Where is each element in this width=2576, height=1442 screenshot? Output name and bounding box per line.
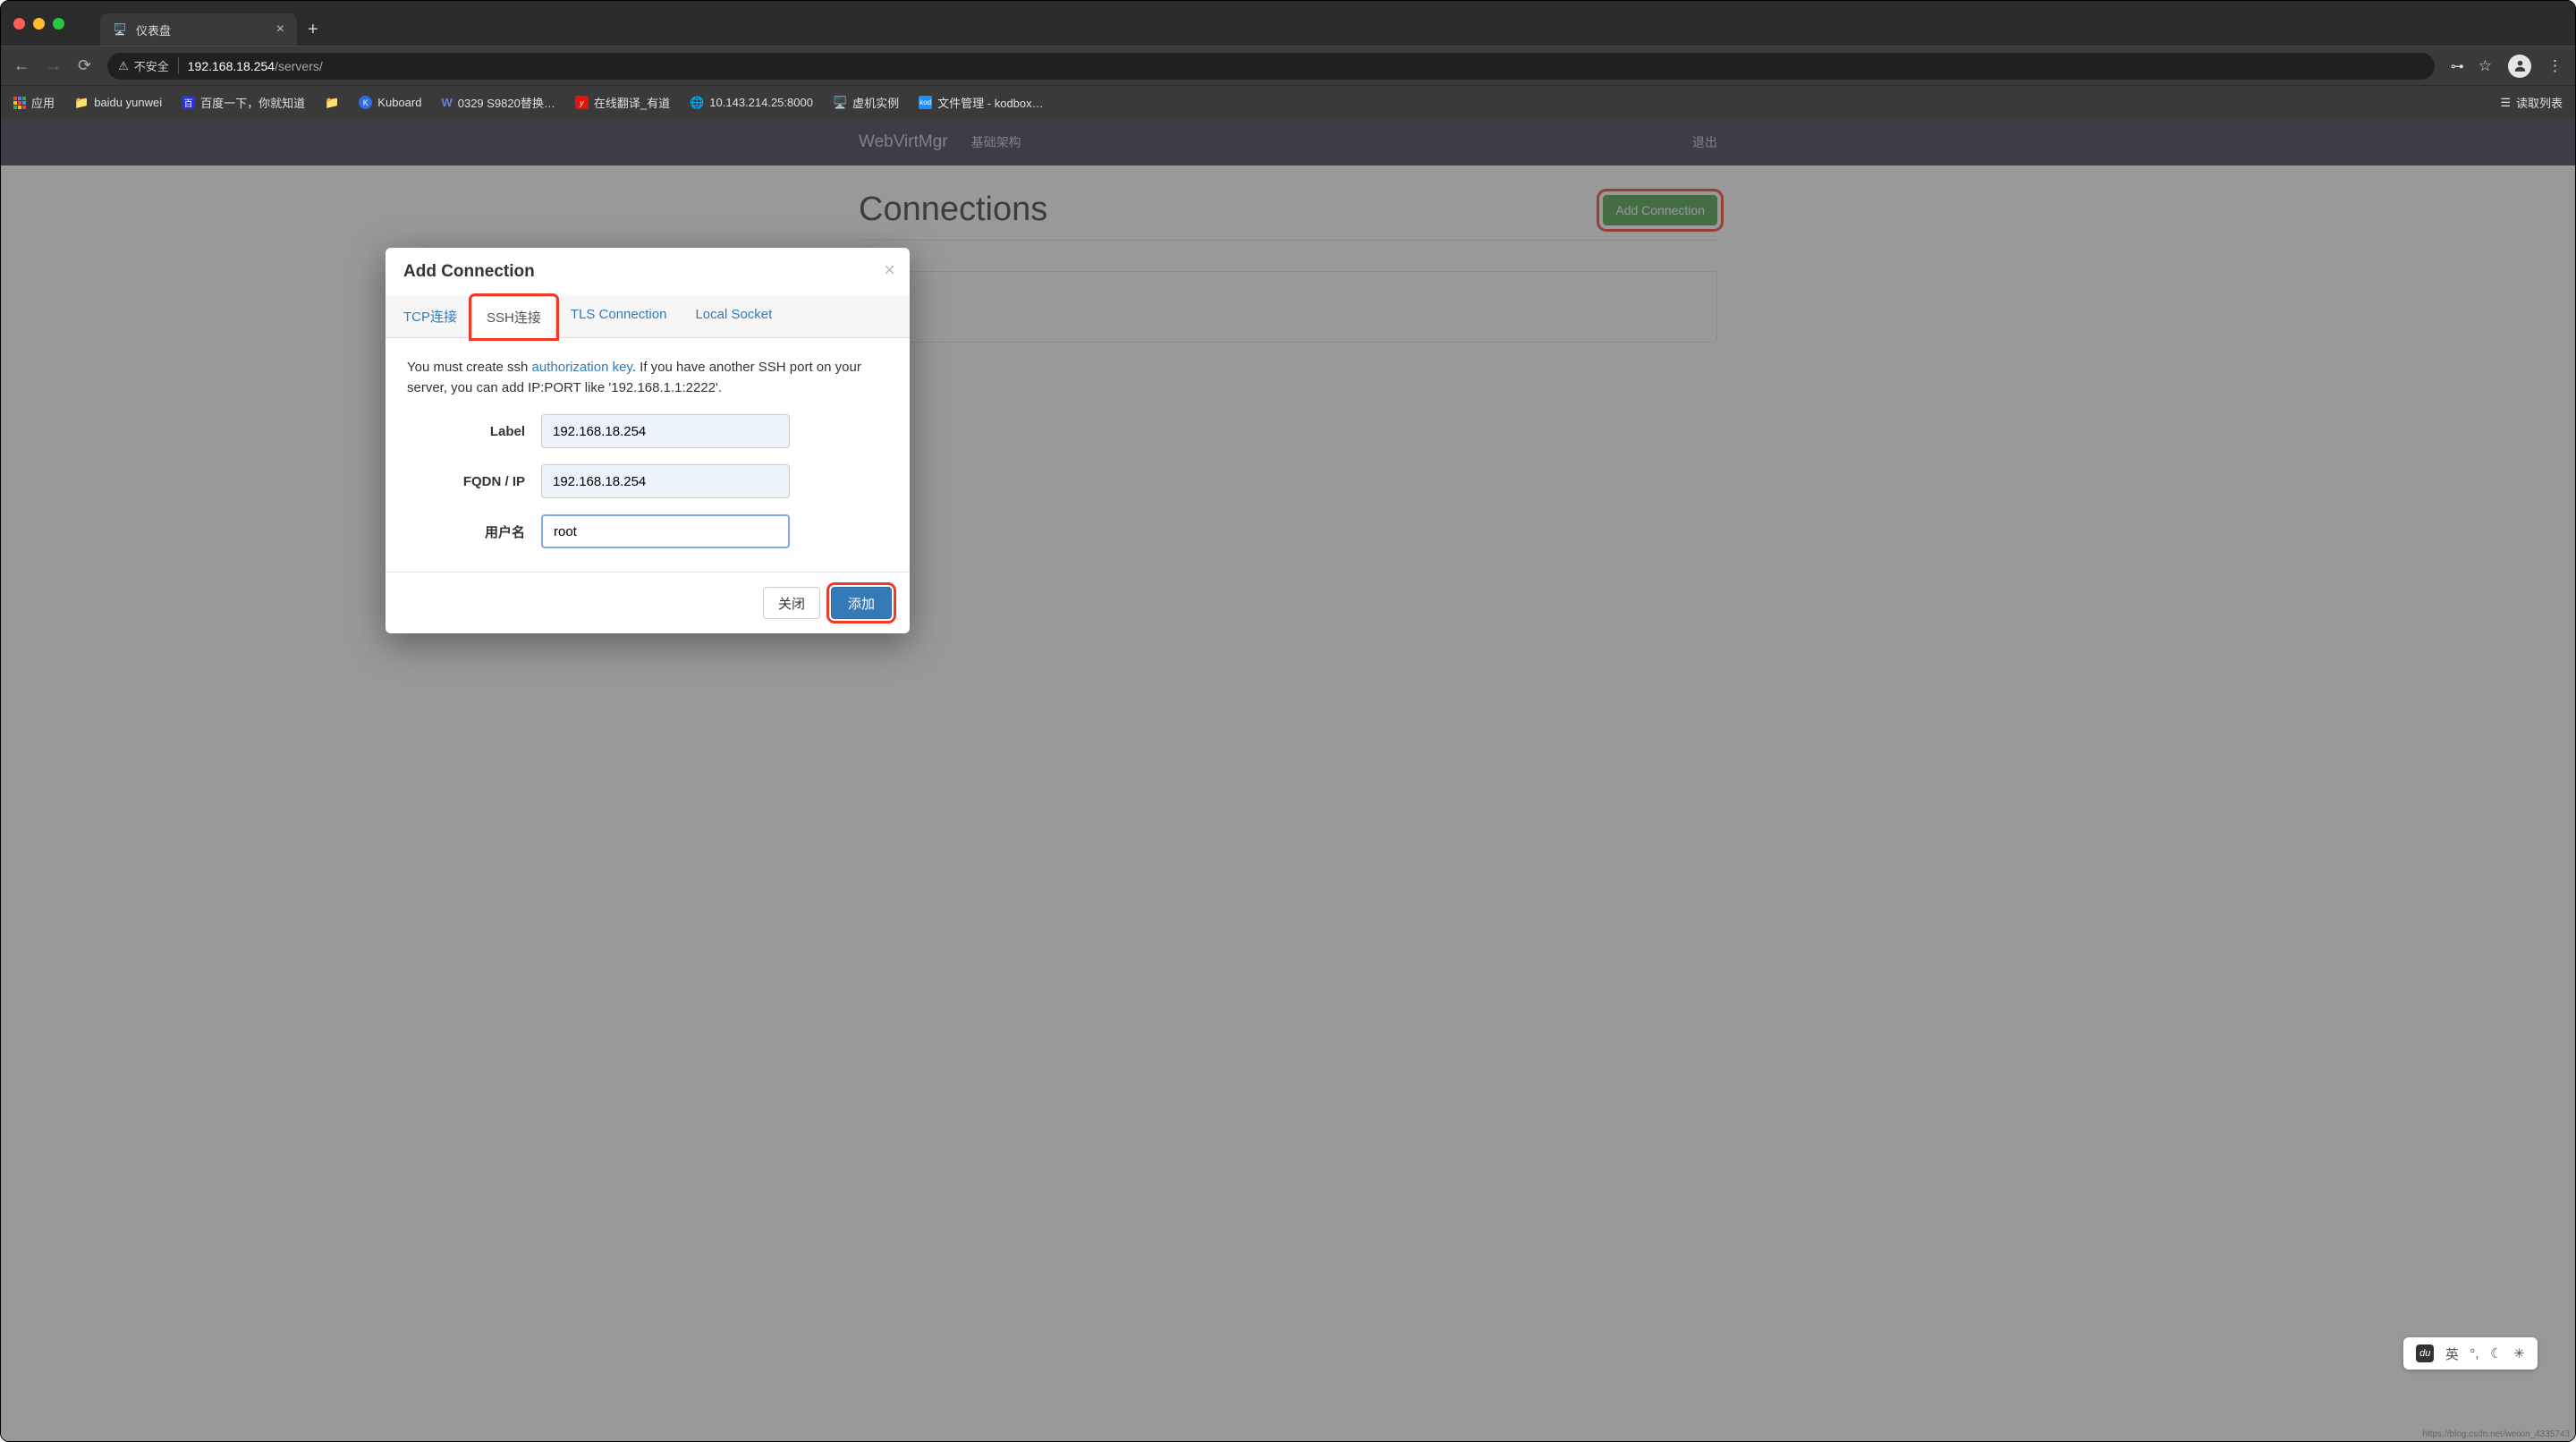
baidu-icon: 百	[182, 96, 195, 109]
kuboard-icon: K	[359, 96, 372, 109]
add-connection-modal: Add Connection × TCP连接 SSH连接 TLS Connect…	[386, 248, 910, 633]
modal-close-footer-button[interactable]: 关闭	[763, 587, 820, 619]
kebab-menu-icon[interactable]: ⋮	[2547, 57, 2563, 75]
new-tab-button[interactable]: +	[308, 13, 318, 46]
ime-baidu-icon: du	[2416, 1344, 2434, 1362]
bookmark-kodbox[interactable]: kod文件管理 - kodbox…	[919, 94, 1043, 111]
bookmark-youdao[interactable]: y在线翻译_有道	[575, 94, 670, 111]
reading-list-button[interactable]: ☰读取列表	[2500, 94, 2563, 111]
warning-icon: ⚠	[118, 59, 129, 73]
ime-moon-icon[interactable]: ☾	[2490, 1345, 2502, 1361]
bookmark-kuboard[interactable]: KKuboard	[359, 96, 421, 109]
folder-icon: 📁	[325, 96, 339, 110]
username-field-label: 用户名	[407, 522, 541, 541]
reading-list-icon: ☰	[2500, 96, 2511, 110]
window-minimize-dot[interactable]	[33, 18, 45, 30]
username-input[interactable]	[541, 514, 790, 548]
tab-favicon-icon: 🖥️	[113, 22, 127, 37]
modal-title: Add Connection	[403, 262, 892, 282]
window-close-dot[interactable]	[13, 18, 25, 30]
reload-icon[interactable]: ⟳	[78, 56, 91, 75]
browser-toolbar: ← → ⟳ ⚠ 不安全 192.168.18.254/servers/ ⊶ ☆ …	[1, 46, 2575, 85]
tab-tcp[interactable]: TCP连接	[389, 296, 471, 337]
watermark-text: https://blog.csdn.net/weixin_4335743	[2417, 1428, 2575, 1441]
browser-tab[interactable]: 🖥️ 仪表盘 ×	[100, 13, 297, 46]
tab-close-icon[interactable]: ×	[276, 21, 284, 38]
tab-title: 仪表盘	[136, 21, 171, 38]
forward-icon[interactable]: →	[46, 56, 62, 75]
ime-settings-gear-icon[interactable]: ✳	[2513, 1345, 2525, 1361]
not-secure-label: 不安全	[134, 57, 169, 74]
label-field-label: Label	[407, 424, 541, 439]
tab-ssh[interactable]: SSH连接	[471, 296, 556, 338]
vm-icon: 🖥️	[833, 96, 847, 110]
modal-info-text: You must create ssh authorization key. I…	[407, 358, 888, 398]
url-host: 192.168.18.254	[188, 59, 275, 73]
bookmark-ipcam[interactable]: 🌐10.143.214.25:8000	[690, 96, 813, 110]
profile-avatar-icon[interactable]	[2508, 55, 2531, 78]
back-icon[interactable]: ←	[13, 56, 30, 75]
password-key-icon[interactable]: ⊶	[2451, 58, 2462, 74]
bookmark-star-icon[interactable]: ☆	[2479, 57, 2492, 75]
tab-tls[interactable]: TLS Connection	[556, 296, 682, 337]
bookmarks-bar: 应用 📁baidu yunwei 百百度一下，你就知道 📁 KKuboard W…	[1, 85, 2575, 119]
ime-status-bar[interactable]: du 英 °, ☾ ✳	[2403, 1337, 2538, 1370]
authorization-key-link[interactable]: authorization key	[532, 360, 632, 375]
modal-close-button[interactable]: ×	[884, 259, 895, 282]
bookmark-folder-baidu-yunwei[interactable]: 📁baidu yunwei	[74, 96, 162, 110]
globe-icon: 🌐	[690, 96, 704, 110]
youdao-icon: y	[575, 96, 589, 109]
url-path: /servers/	[275, 59, 323, 73]
label-input[interactable]	[541, 414, 790, 448]
ime-symbol-icon[interactable]: °,	[2470, 1346, 2479, 1361]
window-titlebar: 🖥️ 仪表盘 × +	[1, 1, 2575, 46]
bookmark-baidu[interactable]: 百百度一下，你就知道	[182, 94, 305, 111]
bookmark-s9820[interactable]: W0329 S9820替换…	[441, 94, 555, 111]
address-bar[interactable]: ⚠ 不安全 192.168.18.254/servers/	[107, 53, 2435, 80]
ime-lang-indicator[interactable]: 英	[2445, 1344, 2459, 1363]
apps-launcher-icon[interactable]: 应用	[13, 94, 55, 111]
kodbox-icon: kod	[919, 96, 932, 109]
bookmark-folder-generic[interactable]: 📁	[325, 96, 339, 110]
folder-icon: 📁	[74, 96, 89, 110]
wpy-icon: W	[441, 96, 452, 109]
fqdn-input[interactable]	[541, 464, 790, 498]
modal-add-button[interactable]: 添加	[831, 587, 892, 619]
bookmark-vm-instance[interactable]: 🖥️虚机实例	[833, 94, 899, 111]
fqdn-field-label: FQDN / IP	[407, 474, 541, 489]
window-zoom-dot[interactable]	[53, 18, 64, 30]
tab-local-socket[interactable]: Local Socket	[681, 296, 786, 337]
